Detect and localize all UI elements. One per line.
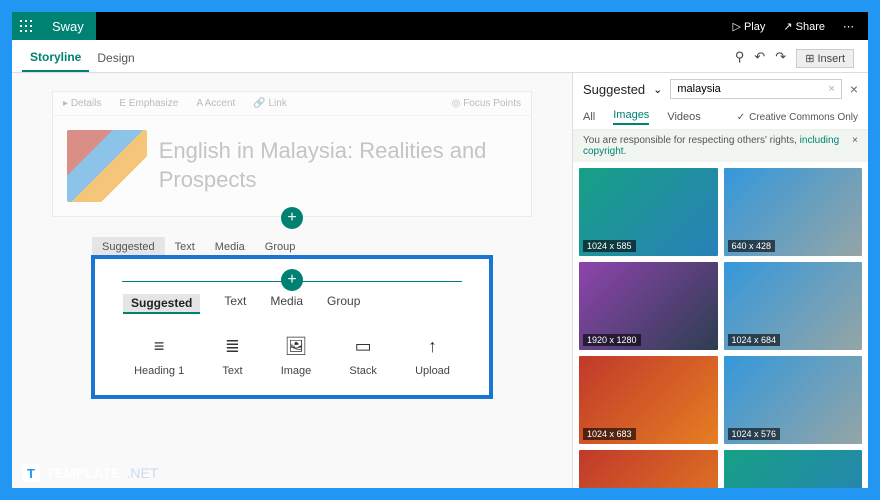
filter-images[interactable]: Images (613, 109, 649, 125)
title-card[interactable]: ▸ Details E Emphasize A Accent 🔗 Link ◎ … (52, 91, 532, 217)
insert-image[interactable]: 🖼Image (281, 336, 312, 377)
cc-label: Creative Commons Only (749, 112, 858, 123)
filter-videos[interactable]: Videos (667, 111, 700, 123)
image-icon: 🖼 (285, 336, 308, 357)
main-area: ▸ Details E Emphasize A Accent 🔗 Link ◎ … (12, 73, 868, 488)
tab-design[interactable]: Design (89, 45, 142, 71)
image-results: 1024 x 585 640 x 428 1920 x 1280 1024 x … (573, 162, 868, 488)
card-thumbnail[interactable] (67, 130, 147, 202)
result-image[interactable]: 1024 x 585 (579, 168, 718, 256)
add-content-button[interactable]: + (281, 207, 303, 229)
card-title[interactable]: English in Malaysia: Realities and Prosp… (159, 137, 517, 194)
tab-suggested-small[interactable]: Suggested (92, 237, 165, 257)
insert-upload[interactable]: ↑Upload (415, 336, 450, 377)
insert-text[interactable]: ≣Text (222, 336, 242, 377)
card-toolbar: ▸ Details E Emphasize A Accent 🔗 Link ◎ … (53, 92, 531, 116)
tab-group-small[interactable]: Group (255, 237, 306, 257)
emphasize-button[interactable]: E Emphasize (119, 98, 178, 109)
tab-text-small[interactable]: Text (165, 237, 205, 257)
copyright-notice: You are responsible for respecting other… (573, 130, 868, 162)
chevron-down-icon[interactable]: ⌄ (653, 83, 662, 96)
cc-checkbox[interactable]: ✓ (737, 112, 745, 123)
link-button[interactable]: 🔗 Link (253, 98, 287, 109)
filter-all[interactable]: All (583, 111, 595, 123)
text-icon: ≣ (225, 336, 240, 357)
heading-icon: ≡ (154, 336, 165, 357)
redo-icon[interactable]: ↷ (775, 49, 786, 68)
accent-button[interactable]: A Accent (196, 98, 235, 109)
result-image[interactable] (724, 450, 863, 488)
app-launcher-icon[interactable] (12, 12, 40, 40)
more-icon[interactable]: ⋯ (843, 20, 854, 33)
stack-icon: ▭ (355, 336, 372, 357)
tab-storyline[interactable]: Storyline (22, 44, 89, 72)
app-window: Sway ▷ Play ↗ Share ⋯ Storyline Design ⚲… (12, 12, 868, 488)
main-tabs: Storyline Design ⚲ ↶ ↷ ⊞ Insert (12, 40, 868, 73)
watermark-icon: T (22, 464, 40, 482)
insert-panel-highlight: + Suggested Text Media Group ≡Heading 1 … (91, 255, 493, 399)
canvas: ▸ Details E Emphasize A Accent 🔗 Link ◎ … (12, 73, 572, 488)
watermark: T TEMPLATE.NET (22, 464, 158, 482)
upload-icon: ↑ (428, 336, 437, 357)
search-input[interactable]: malaysia× (670, 79, 841, 99)
result-image[interactable] (579, 450, 718, 488)
undo-icon[interactable]: ↶ (754, 49, 765, 68)
focus-points-button[interactable]: ◎ Focus Points (452, 98, 521, 109)
details-button[interactable]: ▸ Details (63, 98, 101, 109)
result-image[interactable]: 1024 x 576 (724, 356, 863, 444)
play-button[interactable]: ▷ Play (732, 20, 765, 33)
brand-name: Sway (40, 12, 96, 40)
tab-suggested[interactable]: Suggested (123, 294, 200, 314)
tab-text[interactable]: Text (224, 294, 246, 314)
result-image[interactable]: 1024 x 684 (724, 262, 863, 350)
suggested-sidebar: Suggested ⌄ malaysia× × All Images Video… (572, 73, 868, 488)
insert-button[interactable]: ⊞ Insert (796, 49, 854, 68)
insert-menu-collapsed: Suggested Text Media Group (92, 237, 492, 257)
dismiss-notice-icon[interactable]: × (852, 135, 858, 157)
close-sidebar-icon[interactable]: × (850, 81, 858, 97)
insert-heading1[interactable]: ≡Heading 1 (134, 336, 184, 377)
add-content-button-expanded[interactable]: + (281, 269, 303, 291)
tab-group[interactable]: Group (327, 294, 360, 314)
tab-media[interactable]: Media (270, 294, 303, 314)
result-image[interactable]: 1920 x 1280 (579, 262, 718, 350)
top-bar: Sway ▷ Play ↗ Share ⋯ (12, 12, 868, 40)
result-image[interactable]: 640 x 428 (724, 168, 863, 256)
result-image[interactable]: 1024 x 683 (579, 356, 718, 444)
sidebar-title: Suggested (583, 82, 645, 97)
insert-stack[interactable]: ▭Stack (349, 336, 377, 377)
share-button[interactable]: ↗ Share (783, 20, 825, 33)
clear-search-icon[interactable]: × (828, 83, 834, 95)
tab-media-small[interactable]: Media (205, 237, 255, 257)
search-icon[interactable]: ⚲ (735, 49, 745, 68)
